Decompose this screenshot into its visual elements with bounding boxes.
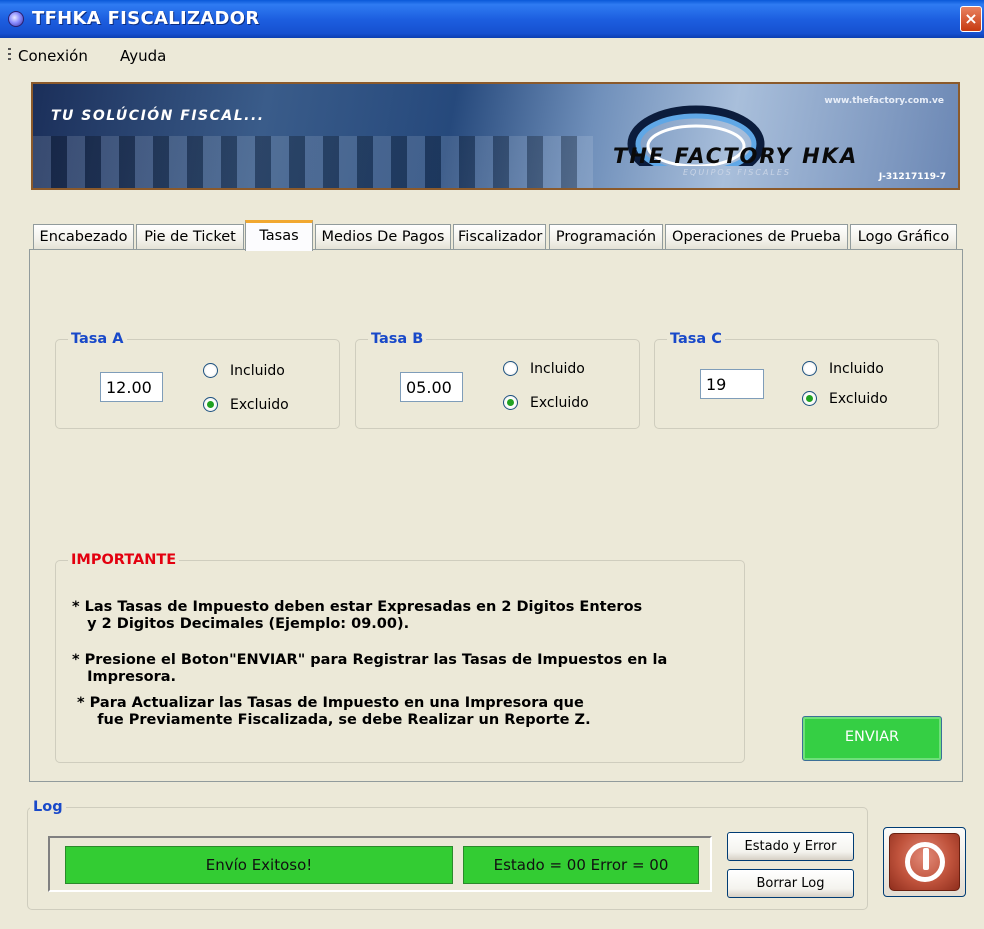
radio-label: Excluido — [230, 397, 289, 413]
group-title-tasa-b: Tasa B — [368, 330, 427, 348]
borrar-log-button[interactable]: Borrar Log — [727, 869, 854, 898]
radio-checked-icon — [203, 397, 218, 412]
group-importante: IMPORTANTE * Las Tasas de Impuesto deben… — [55, 551, 745, 763]
note-enviar: * Presione el Boton"ENVIAR" para Registr… — [72, 652, 668, 685]
title-bar: TFHKA FISCALIZADOR × — [0, 0, 984, 38]
tasa-c-input[interactable] — [700, 369, 764, 399]
radio-checked-icon — [802, 391, 817, 406]
important-title: IMPORTANTE — [68, 551, 180, 569]
power-icon — [889, 833, 960, 891]
tab-operaciones-de-prueba[interactable]: Operaciones de Prueba — [665, 224, 848, 250]
group-tasa-c: Tasa C Incluido Excluido — [654, 330, 939, 429]
radio-label: Incluido — [530, 361, 585, 377]
tab-logo-grafico[interactable]: Logo Gráfico — [850, 224, 957, 250]
enviar-button[interactable]: ENVIAR — [802, 716, 942, 761]
radio-checked-icon — [503, 395, 518, 410]
tab-pie-de-ticket[interactable]: Pie de Ticket — [136, 224, 244, 250]
banner-brand-sub: EQUIPOS FISCALES — [683, 168, 791, 177]
banner-rif: J-31217119-7 — [878, 172, 946, 182]
banner-url: www.thefactory.com.ve — [824, 96, 944, 106]
menu-conexion[interactable]: Conexión — [18, 47, 88, 65]
group-log: Log Envío Exitoso! Estado = 00 Error = 0… — [27, 798, 868, 910]
tab-encabezado[interactable]: Encabezado — [33, 224, 134, 250]
tasa-a-input[interactable] — [100, 372, 163, 402]
radio-label: Excluido — [829, 391, 888, 407]
radio-label: Incluido — [230, 363, 285, 379]
menu-bar: Conexión Ayuda — [0, 38, 984, 74]
app-icon — [8, 11, 24, 27]
log-status-code: Estado = 00 Error = 00 — [463, 846, 699, 884]
group-title-tasa-c: Tasa C — [667, 330, 725, 348]
brand-banner: TU SOLÚCIÓN FISCAL... www.thefactory.com… — [31, 82, 960, 190]
radio-label: Incluido — [829, 361, 884, 377]
radio-unchecked-icon — [203, 363, 218, 378]
window-title: TFHKA FISCALIZADOR — [32, 8, 260, 29]
note-reporte-z: * Para Actualizar las Tasas de Impuesto … — [77, 695, 591, 728]
log-display: Envío Exitoso! Estado = 00 Error = 00 — [48, 836, 712, 892]
banner-background-graphic — [33, 136, 593, 188]
group-title-tasa-a: Tasa A — [68, 330, 127, 348]
tab-panel-tasas: Tasa A Incluido Excluido Tasa B Incluido… — [29, 249, 963, 782]
radio-unchecked-icon — [503, 361, 518, 376]
tab-fiscalizador[interactable]: Fiscalizador — [453, 224, 546, 250]
tasa-b-input[interactable] — [400, 372, 463, 402]
menu-ayuda[interactable]: Ayuda — [120, 47, 166, 65]
radio-label: Excluido — [530, 395, 589, 411]
note-digitos: * Las Tasas de Impuesto deben estar Expr… — [72, 599, 643, 632]
tab-tasas[interactable]: Tasas — [245, 220, 313, 251]
tab-medios-de-pagos[interactable]: Medios De Pagos — [315, 224, 451, 250]
estado-error-button[interactable]: Estado y Error — [727, 832, 854, 861]
log-title: Log — [30, 798, 66, 816]
app-window: TFHKA FISCALIZADOR × Conexión Ayuda TU S… — [0, 0, 984, 929]
radio-unchecked-icon — [802, 361, 817, 376]
group-tasa-a: Tasa A Incluido Excluido — [55, 330, 340, 429]
tab-programacion[interactable]: Programación — [549, 224, 663, 250]
log-message: Envío Exitoso! — [65, 846, 453, 884]
banner-tagline: TU SOLÚCIÓN FISCAL... — [51, 108, 265, 124]
group-tasa-b: Tasa B Incluido Excluido — [355, 330, 640, 429]
tab-strip: Encabezado Pie de Ticket Tasas Medios De… — [31, 220, 960, 251]
menu-grip-icon — [8, 48, 11, 62]
banner-brand: THE FACTORY HKA — [613, 144, 859, 168]
close-button[interactable]: × — [960, 6, 982, 32]
exit-power-button[interactable] — [883, 827, 966, 897]
